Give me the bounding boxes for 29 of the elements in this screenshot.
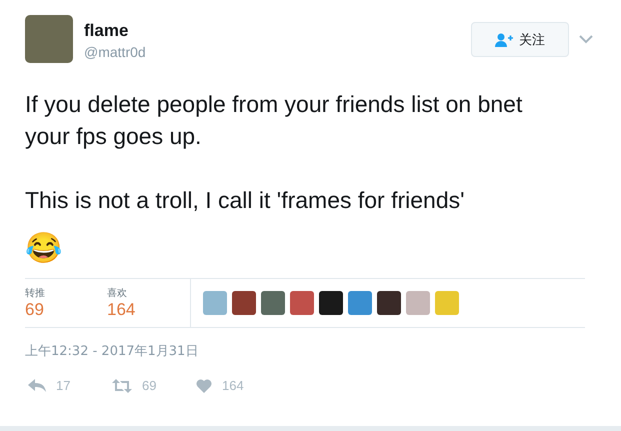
liker-avatar-placeholder[interactable] — [232, 291, 256, 315]
avatar-photo-placeholder[interactable] — [25, 15, 73, 63]
author-name[interactable]: flame — [84, 21, 146, 41]
liker-avatar-placeholder[interactable] — [348, 291, 372, 315]
stat-label: 喜欢 — [107, 286, 127, 300]
follow-button[interactable]: 关注 — [471, 22, 569, 57]
liker-avatar-placeholder[interactable] — [203, 291, 227, 315]
liker-avatar-placeholder[interactable] — [319, 291, 343, 315]
liker-avatar-placeholder[interactable] — [377, 291, 401, 315]
stat-count[interactable]: 164 — [107, 300, 136, 320]
like-button[interactable]: 164 — [196, 378, 280, 393]
tweet-emoji: 😂 — [25, 232, 62, 266]
retweet-icon — [112, 378, 132, 392]
liker-avatar-placeholder[interactable] — [290, 291, 314, 315]
stat-count[interactable]: 69 — [25, 300, 44, 320]
liker-avatar-placeholder[interactable] — [406, 291, 430, 315]
heart-icon — [196, 378, 212, 392]
add-user-icon — [495, 32, 513, 46]
reply-button[interactable]: 17 — [28, 378, 112, 393]
liker-avatar-placeholder[interactable] — [261, 291, 285, 315]
tweet-timestamp: 上午12:32 - 2017年1月31日 — [25, 343, 198, 360]
tweet-text: This is not a troll, I call it 'frames for friends' — [25, 186, 466, 215]
chevron-down-icon[interactable] — [579, 35, 593, 44]
retweet-button[interactable]: 69 — [112, 378, 196, 393]
author-handle[interactable]: @mattr0d — [84, 44, 146, 60]
liker-avatar-placeholder[interactable] — [435, 291, 459, 315]
stat-label: 转推 — [25, 287, 45, 300]
tweet-text: If you delete people from your friends list on bnet your fps goes up. — [25, 90, 524, 151]
reply-icon — [28, 378, 46, 392]
